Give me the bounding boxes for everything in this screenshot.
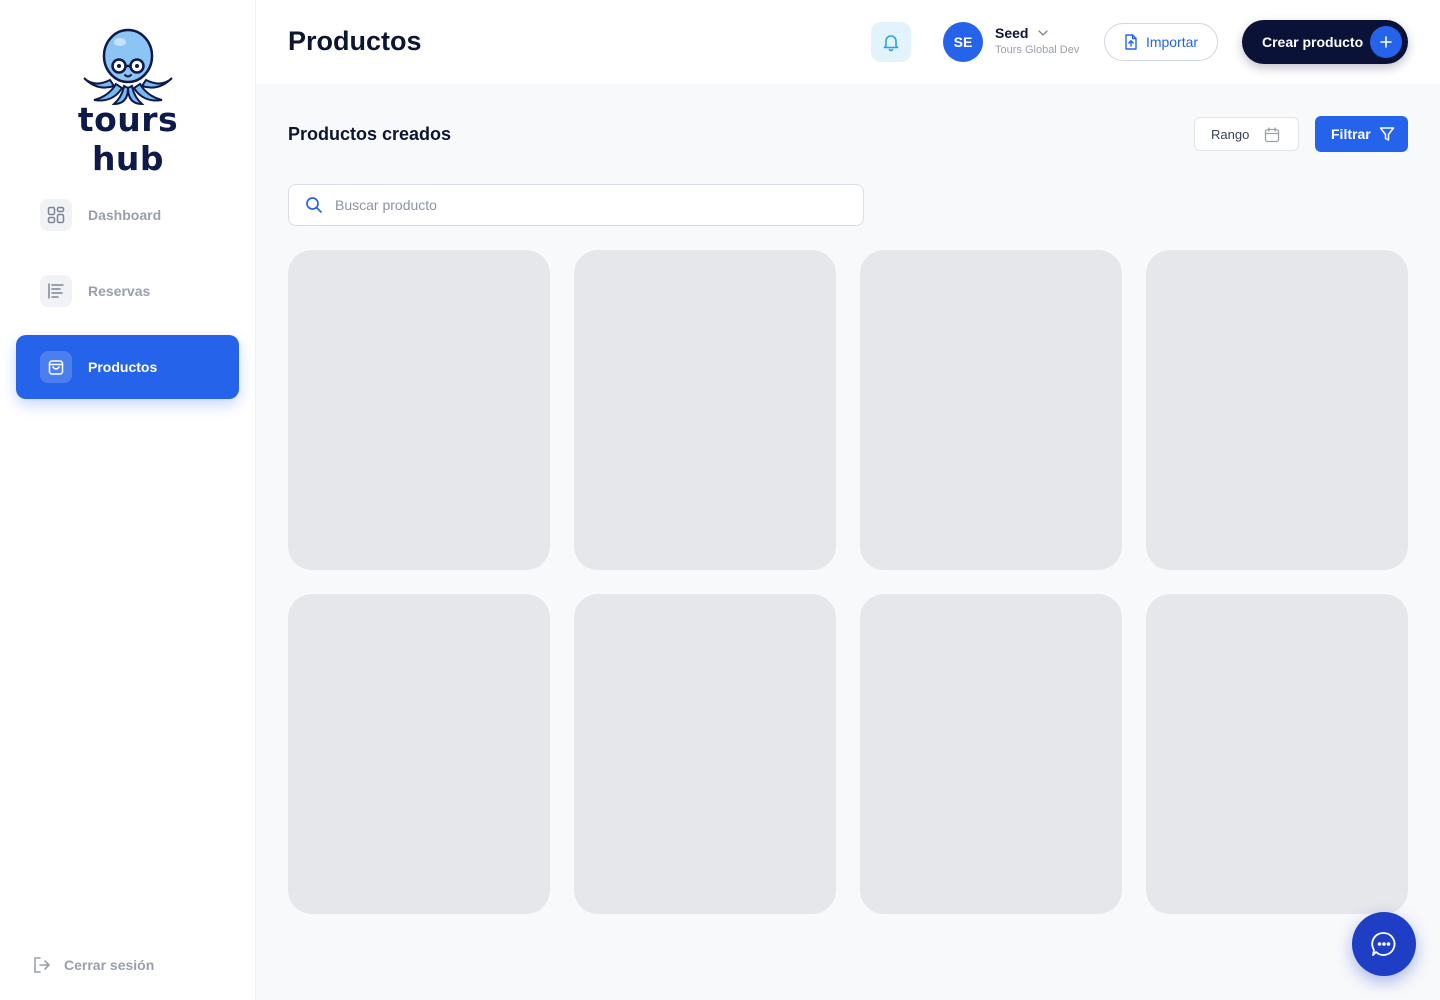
octopus-mascot-icon bbox=[83, 28, 173, 106]
filter-button[interactable]: Filtrar bbox=[1315, 116, 1408, 152]
sidebar-item-label: Dashboard bbox=[88, 207, 162, 223]
plus-icon bbox=[1370, 26, 1402, 58]
sidebar-item-productos[interactable]: Productos bbox=[16, 335, 239, 399]
file-upload-icon bbox=[1125, 34, 1137, 50]
create-product-button[interactable]: Crear producto bbox=[1242, 20, 1408, 64]
chat-button[interactable] bbox=[1352, 912, 1416, 976]
filter-label: Filtrar bbox=[1331, 126, 1371, 142]
calendar-icon bbox=[1264, 127, 1280, 143]
import-button[interactable]: Importar bbox=[1104, 23, 1218, 61]
date-range-label: Rango bbox=[1211, 126, 1250, 142]
logout-button[interactable]: Cerrar sesión bbox=[32, 955, 154, 975]
list-icon bbox=[40, 275, 72, 307]
search-icon bbox=[306, 197, 322, 213]
search-field[interactable] bbox=[288, 184, 864, 226]
product-card-skeleton bbox=[574, 250, 836, 570]
chat-bubble-icon bbox=[1371, 932, 1396, 956]
sidebar-item-label: Reservas bbox=[88, 283, 151, 299]
chevron-down-icon bbox=[1038, 30, 1049, 36]
logout-label: Cerrar sesión bbox=[64, 957, 155, 973]
logout-icon bbox=[34, 957, 50, 973]
shopping-bag-icon bbox=[40, 351, 72, 383]
import-label: Importar bbox=[1145, 34, 1199, 50]
sidebar: tours hub Dashboard Reservas Productos C… bbox=[0, 0, 256, 1000]
logo-wordmark: tours hub bbox=[77, 100, 179, 178]
date-range-button[interactable]: Rango bbox=[1194, 117, 1299, 151]
product-card-skeleton bbox=[288, 594, 550, 914]
avatar[interactable]: SE bbox=[943, 22, 983, 62]
user-menu[interactable]: Seed Tours Global Dev bbox=[995, 25, 1079, 56]
product-card-skeleton bbox=[1146, 594, 1408, 914]
product-card-skeleton bbox=[860, 594, 1122, 914]
section-title: Productos creados bbox=[288, 124, 452, 144]
filter-funnel-icon bbox=[1379, 127, 1394, 141]
product-card-skeleton bbox=[1146, 250, 1408, 570]
create-product-label: Crear producto bbox=[1262, 34, 1364, 50]
sidebar-item-dashboard[interactable]: Dashboard bbox=[16, 183, 239, 247]
product-card-skeleton bbox=[288, 250, 550, 570]
top-bar: Productos SE Seed Tours Global Dev Impor… bbox=[256, 0, 1440, 84]
search-input[interactable] bbox=[335, 197, 835, 213]
bell-icon bbox=[883, 35, 899, 52]
notifications-button[interactable] bbox=[871, 22, 911, 62]
product-card-skeleton bbox=[860, 250, 1122, 570]
tours-hub-logo[interactable]: tours hub bbox=[50, 28, 206, 178]
sidebar-item-reservas[interactable]: Reservas bbox=[16, 259, 239, 323]
user-organization: Tours Global Dev bbox=[995, 44, 1080, 56]
dashboard-grid-icon bbox=[40, 199, 72, 231]
user-name: Seed bbox=[995, 25, 1029, 41]
page-title: Productos bbox=[288, 26, 422, 56]
sidebar-item-label: Productos bbox=[88, 359, 158, 375]
user-name-row: Seed bbox=[995, 25, 1079, 41]
product-card-skeleton bbox=[574, 594, 836, 914]
